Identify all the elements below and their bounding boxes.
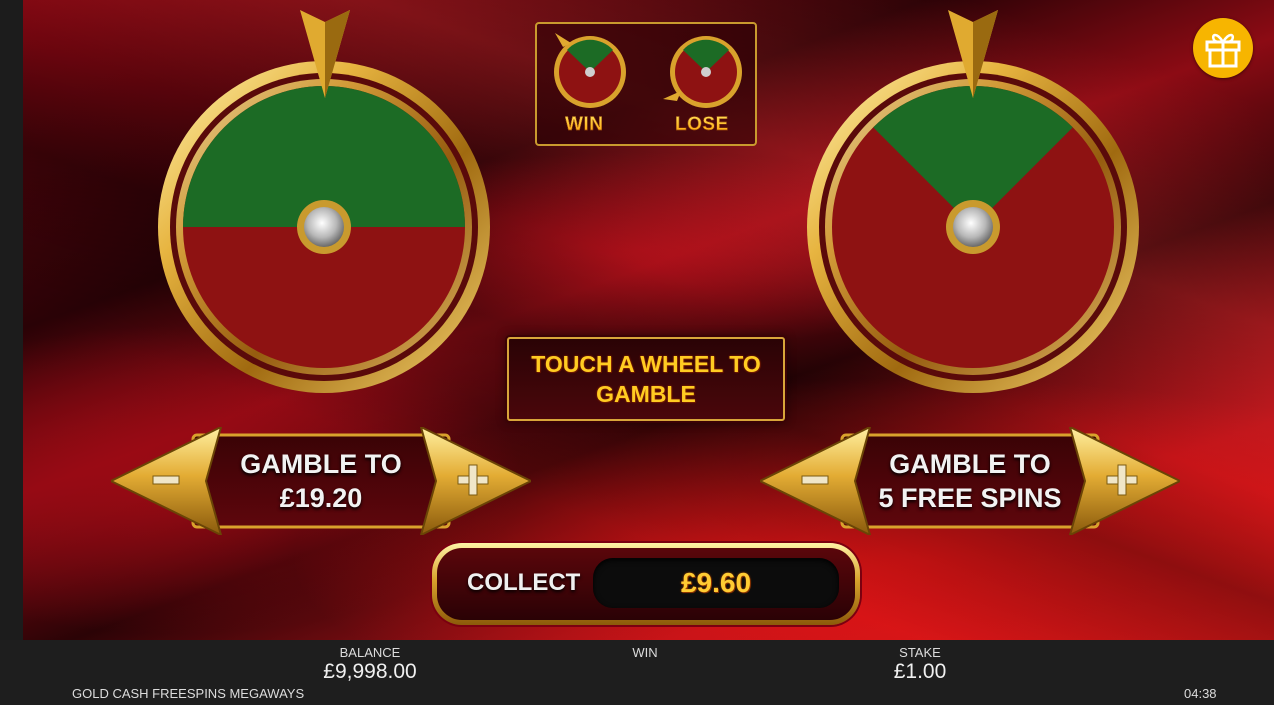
- gamble-cash-amount: £19.20: [279, 483, 363, 513]
- gamble-cash-text: GAMBLE TO £19.20: [193, 447, 449, 515]
- gamble-spins-amount: 5 FREE SPINS: [878, 483, 1062, 513]
- balance-label: BALANCE: [339, 645, 401, 660]
- game-name: GOLD CASH FREESPINS MEGAWAYS: [72, 686, 305, 701]
- touch-wheel-prompt: TOUCH A WHEEL TO GAMBLE: [507, 337, 785, 421]
- prompt-text: TOUCH A WHEEL TO GAMBLE: [531, 351, 761, 407]
- collect-amount-box: £9.60: [593, 558, 839, 608]
- collect-button[interactable]: COLLECT £9.60: [432, 543, 860, 625]
- win-label-footer: WIN: [632, 645, 658, 660]
- gift-icon: [1205, 33, 1241, 68]
- gamble-wheel-spins[interactable]: [804, 58, 1142, 396]
- gift-button[interactable]: [1193, 18, 1253, 78]
- collect-label: COLLECT: [467, 569, 581, 596]
- stake-value: £1.00: [893, 660, 947, 683]
- clock: 04:38: [1184, 686, 1217, 701]
- gamble-spins-text: GAMBLE TO 5 FREE SPINS: [842, 447, 1098, 515]
- win-wheel-icon: [554, 33, 626, 108]
- gamble-cash-control: GAMBLE TO £19.20: [111, 427, 531, 535]
- win-lose-legend: WIN LOSE: [535, 22, 757, 146]
- lose-label: LOSE: [675, 114, 729, 135]
- balance-value: £9,998.00: [323, 660, 417, 683]
- collect-amount: £9.60: [680, 567, 752, 598]
- game-stage: WIN LOSE TOUCH A WHEEL TO GAMBLE GAMBLE …: [23, 0, 1274, 640]
- minus-icon: [801, 475, 829, 485]
- stake-label: STAKE: [899, 645, 941, 660]
- win-label: WIN: [565, 114, 604, 135]
- lose-wheel-icon: [663, 36, 742, 108]
- gamble-wheel-cash[interactable]: [155, 58, 493, 396]
- status-bar: BALANCE £9,998.00 WIN STAKE £1.00 GOLD C…: [0, 640, 1274, 705]
- gamble-spins-control: GAMBLE TO 5 FREE SPINS: [760, 427, 1180, 535]
- pointer-icon: [948, 10, 998, 98]
- pointer-icon: [300, 10, 350, 98]
- minus-icon: [152, 475, 180, 485]
